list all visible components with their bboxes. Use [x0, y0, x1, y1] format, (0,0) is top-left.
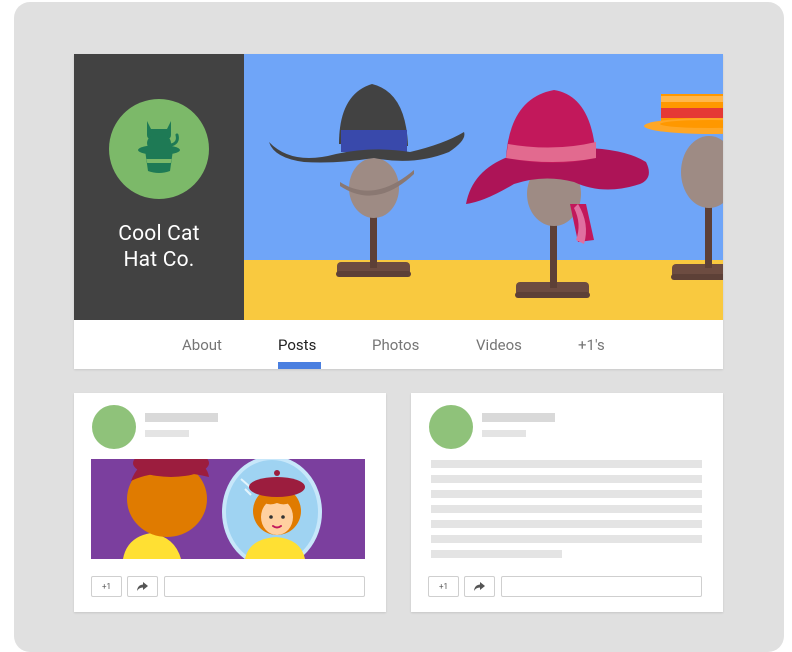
post-text-line — [431, 460, 702, 468]
post-text-line — [431, 505, 702, 513]
post-action-bar: +1 — [428, 576, 702, 597]
woman-in-beret-mirror-illustration — [91, 459, 365, 559]
tab-posts[interactable]: Posts — [278, 336, 316, 354]
brand-name-line2: Hat Co. — [123, 248, 195, 272]
author-avatar[interactable] — [429, 405, 473, 449]
active-tab-indicator — [278, 362, 321, 369]
tab-about[interactable]: About — [182, 336, 222, 354]
post-text-line — [431, 490, 702, 498]
author-name-placeholder — [145, 413, 218, 422]
brand-logo[interactable] — [109, 99, 209, 199]
post-card: +1 — [74, 393, 386, 612]
profile-tabs: About Posts Photos Videos +1's — [74, 320, 723, 369]
comment-input[interactable] — [164, 576, 365, 597]
cover-photo[interactable] — [244, 54, 723, 320]
comment-input[interactable] — [501, 576, 702, 597]
profile-header: Cool Cat Hat Co. About Posts Photos Vide… — [74, 54, 723, 369]
cat-in-top-hat-icon — [138, 121, 180, 173]
post-action-bar: +1 — [91, 576, 365, 597]
post-text-line — [431, 475, 702, 483]
brand-name: Cool Cat Hat Co. — [74, 221, 244, 273]
plus-one-button[interactable]: +1 — [91, 576, 122, 597]
post-image[interactable] — [91, 459, 365, 559]
share-arrow-icon — [137, 582, 148, 591]
share-button[interactable] — [464, 576, 495, 597]
author-name-placeholder — [482, 413, 555, 422]
share-arrow-icon — [474, 582, 485, 591]
tab-videos[interactable]: Videos — [476, 336, 522, 354]
brand-panel: Cool Cat Hat Co. — [74, 54, 244, 320]
post-text-line — [431, 550, 562, 558]
tab-plus-ones[interactable]: +1's — [578, 336, 605, 354]
plus-one-button[interactable]: +1 — [428, 576, 459, 597]
post-card: +1 — [411, 393, 723, 612]
post-text-line — [431, 520, 702, 528]
author-avatar[interactable] — [92, 405, 136, 449]
hats-on-mannequins-illustration — [244, 54, 723, 320]
post-text-line — [431, 535, 702, 543]
share-button[interactable] — [127, 576, 158, 597]
tab-photos[interactable]: Photos — [372, 336, 419, 354]
post-date-placeholder — [482, 430, 526, 437]
post-date-placeholder — [145, 430, 189, 437]
brand-name-line1: Cool Cat — [118, 222, 200, 246]
